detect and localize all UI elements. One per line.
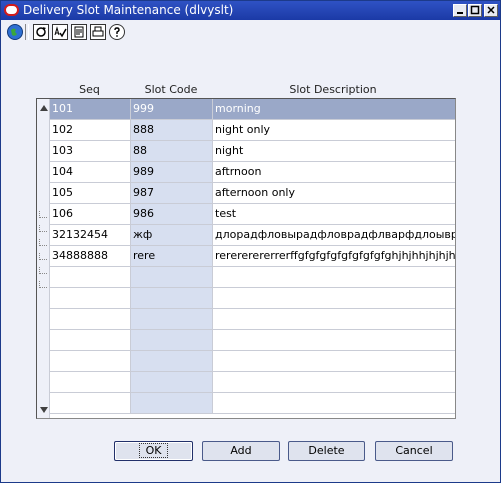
slot-description-cell[interactable] (213, 267, 455, 287)
column-header-seq[interactable]: Seq (49, 83, 130, 97)
globe-icon[interactable] (7, 24, 23, 40)
column-header-slot-description[interactable]: Slot Description (212, 83, 454, 97)
cancel-button[interactable]: Cancel (375, 441, 453, 461)
table-row[interactable] (50, 330, 455, 351)
slot-code-cell[interactable] (131, 330, 213, 350)
slot-code-cell[interactable]: 989 (131, 162, 213, 182)
seq-cell[interactable] (50, 372, 131, 392)
column-header-slot-code[interactable]: Slot Code (130, 83, 212, 97)
table-row[interactable] (50, 372, 455, 393)
slot-code-cell[interactable]: 987 (131, 183, 213, 203)
app-window: Delivery Slot Maintenance (dlvyslt) Seq … (0, 0, 501, 483)
toolbar-separator (25, 24, 29, 40)
slot-code-cell[interactable]: 888 (131, 120, 213, 140)
table-row[interactable] (50, 267, 455, 288)
add-button[interactable]: Add (202, 441, 280, 461)
slot-description-cell[interactable]: morning (213, 99, 455, 119)
slot-code-cell[interactable] (131, 288, 213, 308)
slot-description-cell[interactable] (213, 309, 455, 329)
table-row[interactable]: 103 88 night (50, 141, 455, 162)
title-bar[interactable]: Delivery Slot Maintenance (dlvyslt) (1, 1, 500, 20)
slot-code-cell[interactable] (131, 267, 213, 287)
scroll-up-arrow-icon[interactable] (40, 105, 48, 111)
slot-description-cell[interactable]: night only (213, 120, 455, 140)
toolbar (1, 20, 500, 44)
seq-cell[interactable] (50, 267, 131, 287)
slot-description-cell[interactable] (213, 393, 455, 413)
ok-button-label: OK (138, 443, 169, 458)
seq-cell[interactable] (50, 330, 131, 350)
seq-cell[interactable]: 32132454 (50, 225, 131, 245)
window-title: Delivery Slot Maintenance (dlvyslt) (23, 3, 234, 17)
close-icon (487, 6, 495, 14)
spellcheck-icon[interactable] (52, 24, 68, 40)
slot-code-cell[interactable]: 88 (131, 141, 213, 161)
minimize-button[interactable] (453, 4, 467, 17)
help-icon[interactable] (109, 24, 125, 40)
row-grip-icon (39, 253, 47, 260)
table-row[interactable]: 106 986 test (50, 204, 455, 225)
slot-table: 101 999 morning 102 888 night only 103 88 night… (36, 98, 456, 419)
slot-description-cell[interactable] (213, 330, 455, 350)
table-row[interactable] (50, 288, 455, 309)
slot-code-cell[interactable]: 986 (131, 204, 213, 224)
seq-cell[interactable] (50, 393, 131, 413)
vertical-scrollbar[interactable] (37, 99, 50, 418)
seq-cell[interactable] (50, 351, 131, 371)
slot-code-cell[interactable]: жф (131, 225, 213, 245)
oracle-logo-icon (4, 4, 19, 16)
slot-code-cell[interactable]: 999 (131, 99, 213, 119)
print-icon[interactable] (90, 24, 106, 40)
ok-button[interactable]: OK (114, 441, 193, 461)
row-grip-icon (39, 211, 47, 218)
seq-cell[interactable] (50, 309, 131, 329)
refresh-icon[interactable] (33, 24, 49, 40)
document-icon[interactable] (71, 24, 87, 40)
slot-description-cell[interactable] (213, 351, 455, 371)
slot-description-cell[interactable]: длорадфловырадфловрадфлварфдлоывради (213, 225, 455, 245)
maximize-button[interactable] (468, 4, 482, 17)
slot-code-cell[interactable] (131, 309, 213, 329)
slot-description-cell[interactable] (213, 288, 455, 308)
scroll-down-arrow-icon[interactable] (40, 407, 48, 413)
table-row[interactable]: 34888888 rere rerererererrerffgfgfgfgfgfgf… (50, 246, 455, 267)
row-grip-icon (39, 225, 47, 232)
slot-code-cell[interactable] (131, 351, 213, 371)
slot-description-cell[interactable]: afternoon only (213, 183, 455, 203)
seq-cell[interactable]: 102 (50, 120, 131, 140)
maximize-icon (470, 5, 480, 15)
close-button[interactable] (484, 4, 498, 17)
table-row[interactable]: 104 989 aftrnoon (50, 162, 455, 183)
table-row[interactable]: 32132454 жф длорадфловырадфловрадфлварфдло… (50, 225, 455, 246)
slot-code-cell[interactable]: rere (131, 246, 213, 266)
slot-code-cell[interactable] (131, 372, 213, 392)
seq-cell[interactable] (50, 288, 131, 308)
table-row[interactable]: 101 999 morning (50, 99, 455, 120)
slot-description-cell[interactable]: night (213, 141, 455, 161)
table-row[interactable] (50, 309, 455, 330)
delete-button[interactable]: Delete (288, 441, 365, 461)
slot-description-cell[interactable]: aftrnoon (213, 162, 455, 182)
seq-cell[interactable]: 101 (50, 99, 131, 119)
seq-cell[interactable]: 34888888 (50, 246, 131, 266)
row-grip-icon (39, 239, 47, 246)
table-row[interactable]: 102 888 night only (50, 120, 455, 141)
table-body: 101 999 morning 102 888 night only 103 88 night… (50, 99, 455, 414)
row-grip-icon (39, 281, 47, 288)
slot-description-cell[interactable]: rerererererrerffgfgfgfgfgfgfgfgfghjhjhhj… (213, 246, 455, 266)
row-grip-icon (39, 267, 47, 274)
table-row[interactable] (50, 351, 455, 372)
table-row[interactable] (50, 393, 455, 414)
slot-description-cell[interactable] (213, 372, 455, 392)
minimize-icon (457, 12, 463, 14)
slot-description-cell[interactable]: test (213, 204, 455, 224)
seq-cell[interactable]: 103 (50, 141, 131, 161)
seq-cell[interactable]: 106 (50, 204, 131, 224)
slot-code-cell[interactable] (131, 393, 213, 413)
table-row[interactable]: 105 987 afternoon only (50, 183, 455, 204)
seq-cell[interactable]: 105 (50, 183, 131, 203)
seq-cell[interactable]: 104 (50, 162, 131, 182)
